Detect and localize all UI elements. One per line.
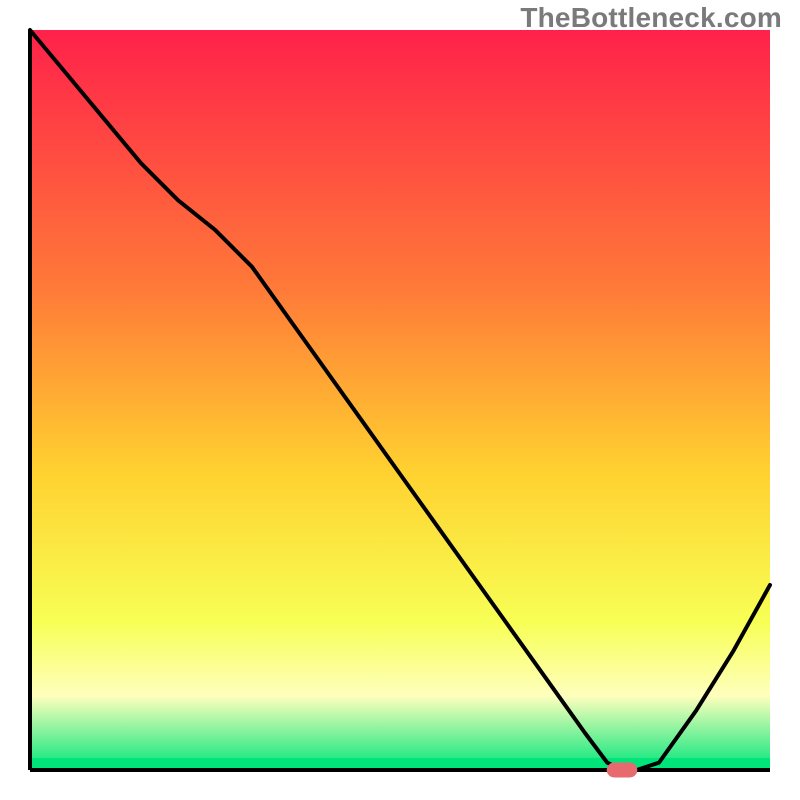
chart-container: TheBottleneck.com [0, 0, 800, 800]
watermark-text: TheBottleneck.com [520, 2, 782, 34]
bottleneck-plot [0, 0, 800, 800]
optimal-range-marker [607, 763, 637, 777]
plot-background [30, 30, 770, 770]
